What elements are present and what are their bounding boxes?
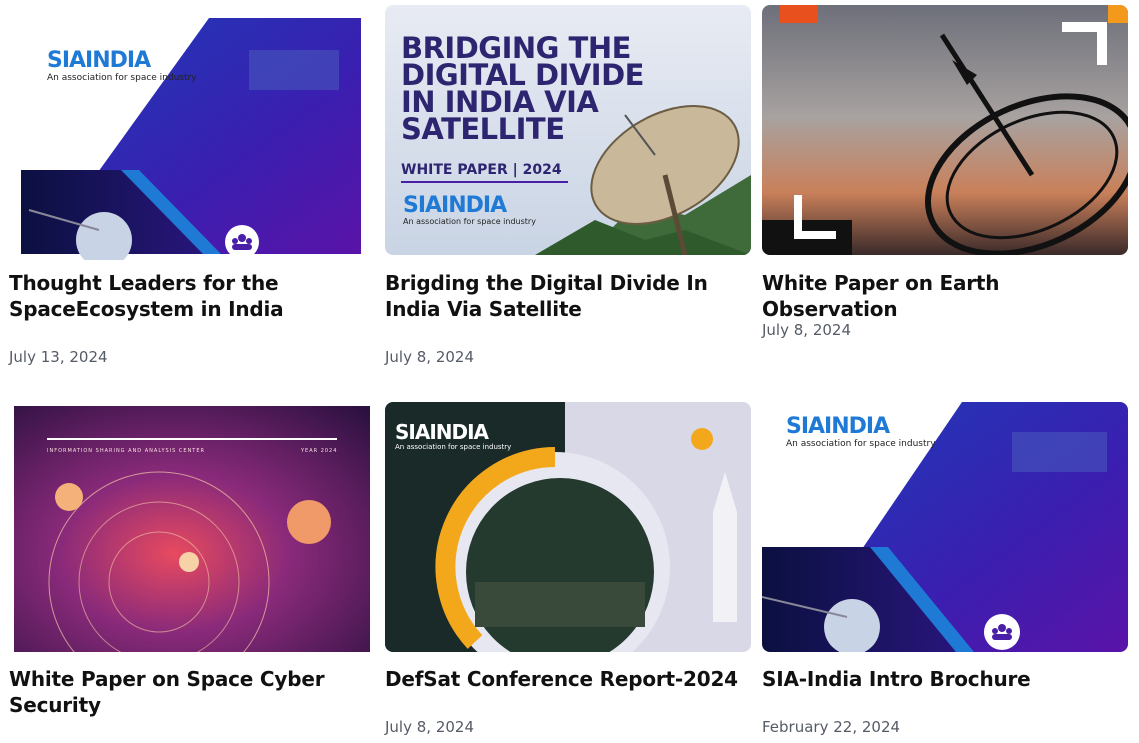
- card-title[interactable]: White Paper on Space Cyber Security: [9, 666, 375, 718]
- card-date: July 8, 2024: [385, 718, 474, 736]
- card-date: July 8, 2024: [385, 348, 474, 366]
- card-thumbnail[interactable]: SIAINDIA An association for space indust…: [9, 10, 375, 260]
- publication-card[interactable]: White Paper on Earth Observation July 8,…: [762, 5, 1128, 345]
- publication-card[interactable]: SIAINDIA An association for space indust…: [385, 402, 751, 738]
- publication-card[interactable]: SIAINDIA An association for space indust…: [762, 402, 1128, 738]
- logo-tagline: An association for space industry: [403, 217, 536, 226]
- logo-tagline: An association for space industry: [47, 73, 197, 83]
- publication-card[interactable]: INFORMATION SHARING AND ANALYSIS CENTER …: [9, 402, 375, 732]
- logo-text: SIAINDIA: [786, 414, 890, 439]
- card-title[interactable]: DefSat Conference Report-2024: [385, 666, 751, 692]
- cover-caption: INFORMATION SHARING AND ANALYSIS CENTER: [47, 448, 205, 454]
- card-date: July 13, 2024: [9, 348, 108, 366]
- card-thumbnail[interactable]: SIAINDIA An association for space indust…: [762, 402, 1128, 652]
- logo-text: SIAINDIA: [395, 420, 489, 444]
- logo-text: SIAINDIA: [47, 48, 151, 73]
- card-title[interactable]: White Paper on Earth Observation: [762, 270, 1128, 322]
- card-thumbnail[interactable]: BRIDGING THE DIGITAL DIVIDE IN INDIA VIA…: [385, 5, 751, 255]
- cover-headline-line: SATELLITE: [401, 112, 565, 146]
- card-thumbnail[interactable]: [762, 5, 1128, 255]
- card-thumbnail[interactable]: INFORMATION SHARING AND ANALYSIS CENTER …: [9, 402, 375, 652]
- sia-india-logo: SIAINDIA An association for space indust…: [786, 416, 936, 450]
- card-title[interactable]: Brigding the Digital Divide In India Via…: [385, 270, 751, 322]
- publications-grid: SIAINDIA An association for space indust…: [0, 0, 1139, 743]
- thumbnail-image: [762, 5, 1128, 255]
- sia-india-logo: SIAINDIA An association for space indust…: [47, 50, 197, 84]
- logo-tagline: An association for space industry: [395, 443, 512, 451]
- cover-subtitle: WHITE PAPER | 2024: [401, 162, 562, 178]
- publication-card[interactable]: BRIDGING THE DIGITAL DIVIDE IN INDIA VIA…: [385, 5, 751, 370]
- card-title[interactable]: SIA-India Intro Brochure: [762, 666, 1128, 692]
- card-date: July 8, 2024: [762, 321, 851, 339]
- card-date: February 22, 2024: [762, 718, 901, 736]
- sia-india-logo: SIAINDIA An association for space indust…: [403, 195, 536, 227]
- cover-headline: BRIDGING THE DIGITAL DIVIDE IN INDIA VIA…: [401, 34, 644, 146]
- logo-text: SIAINDIA: [403, 193, 507, 218]
- cover-year: YEAR 2024: [301, 448, 338, 454]
- card-thumbnail[interactable]: SIAINDIA An association for space indust…: [385, 402, 751, 652]
- sia-india-logo: SIAINDIA An association for space indust…: [395, 422, 511, 452]
- publication-card[interactable]: SIAINDIA An association for space indust…: [9, 10, 375, 370]
- logo-tagline: An association for space industry: [786, 439, 936, 449]
- thumbnail-image: [9, 402, 375, 652]
- card-title[interactable]: Thought Leaders for the SpaceEcosystem i…: [9, 270, 375, 322]
